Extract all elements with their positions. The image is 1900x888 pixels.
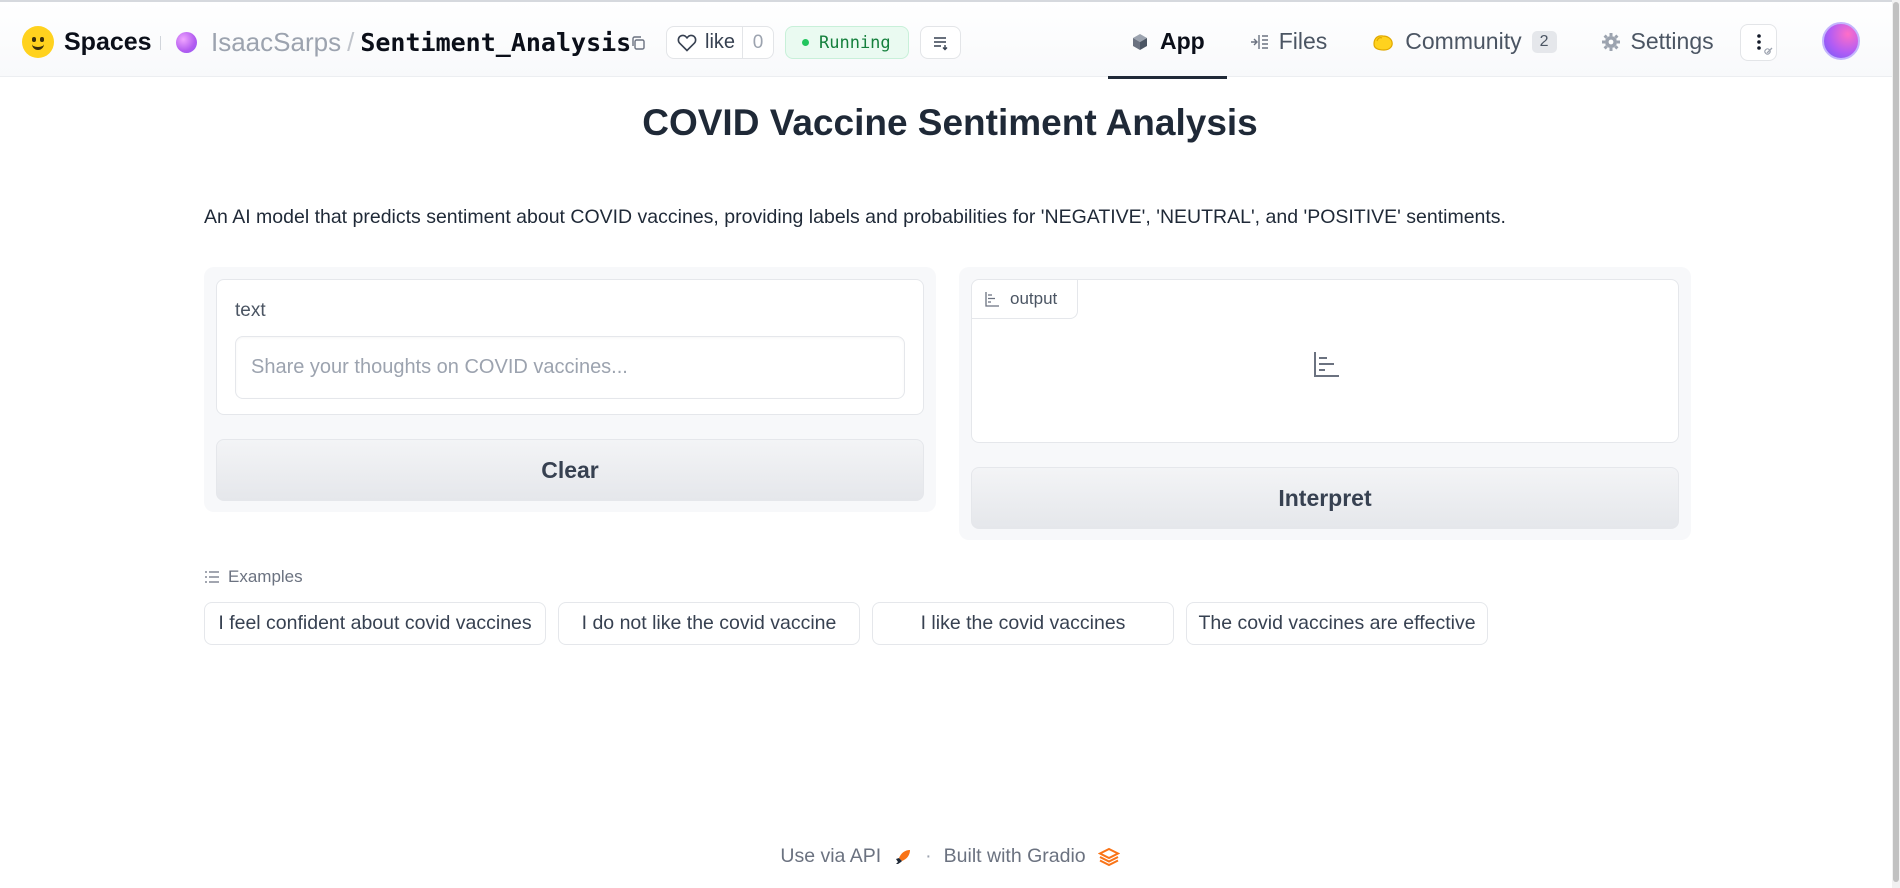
footer-separator: · (925, 845, 932, 867)
hugging-face-emoji-icon (22, 26, 54, 58)
owner-link[interactable]: IsaacSarps (211, 27, 341, 58)
status-badge[interactable]: Running (785, 26, 909, 59)
output-tag: output (972, 280, 1078, 319)
examples-label: Examples (228, 567, 303, 586)
cube-icon (1133, 33, 1147, 50)
tab-community-label: Community (1405, 28, 1522, 54)
empty-output-chart-icon (1314, 352, 1339, 377)
page-description: An AI model that predicts sentiment abou… (204, 206, 1506, 228)
spaces-logo-link[interactable]: Spaces (22, 26, 152, 58)
gear-icon (1601, 32, 1620, 51)
repo-name-link[interactable]: Sentiment_Analysis (360, 28, 631, 57)
clear-button[interactable]: Clear (216, 439, 924, 501)
status-dot-icon (802, 39, 809, 46)
tab-app[interactable]: App (1108, 4, 1227, 79)
text-input-label: text (235, 300, 266, 321)
input-panel: text Clear (204, 267, 936, 512)
logs-icon (933, 36, 947, 50)
copy-icon[interactable] (630, 35, 646, 51)
brand-label: Spaces (64, 27, 152, 56)
community-icon (1373, 34, 1394, 51)
output-block: output (971, 279, 1679, 443)
tab-settings[interactable]: Settings (1579, 4, 1736, 79)
owner-avatar-icon (176, 31, 197, 53)
header-divider (160, 36, 161, 50)
page-scrollbar-thumb[interactable] (1893, 2, 1899, 882)
output-label: output (1010, 289, 1058, 308)
heart-icon (677, 34, 697, 52)
example-item[interactable]: I feel confident about covid vaccines (204, 602, 546, 645)
status-label: Running (819, 32, 891, 53)
built-with-gradio-link[interactable]: Built with Gradio (944, 845, 1086, 868)
use-via-api-link[interactable]: Use via API (780, 845, 881, 868)
example-item[interactable]: The covid vaccines are effective (1186, 602, 1488, 645)
like-count: 0 (752, 31, 764, 53)
text-input[interactable] (235, 336, 905, 399)
like-button[interactable]: like 0 (666, 26, 774, 59)
footer: Use via API · Built with Gradio (0, 845, 1900, 868)
interpret-button[interactable]: Interpret (971, 467, 1679, 529)
community-count-badge: 2 (1531, 30, 1557, 53)
example-item[interactable]: I like the covid vaccines (872, 602, 1174, 645)
more-options-button[interactable] (1740, 24, 1777, 61)
gradio-logo-icon (1097, 847, 1120, 866)
tab-files[interactable]: Files (1227, 4, 1350, 79)
tab-settings-label: Settings (1630, 28, 1714, 54)
rocket-icon (896, 849, 911, 864)
more-vertical-icon (1756, 33, 1772, 55)
logs-button[interactable] (920, 26, 961, 59)
breadcrumb-separator: / (347, 26, 355, 57)
tab-files-label: Files (1278, 28, 1328, 54)
tab-community[interactable]: Community 2 (1349, 4, 1578, 79)
repo-breadcrumb: IsaacSarps / Sentiment_Analysis (176, 26, 631, 58)
page-title: COVID Vaccine Sentiment Analysis (642, 102, 1258, 143)
list-icon (205, 571, 219, 583)
example-item[interactable]: I do not like the covid vaccine (558, 602, 860, 645)
bar-chart-icon (985, 292, 999, 307)
like-label: like (705, 31, 736, 53)
files-icon (1250, 34, 1268, 49)
text-input-block: text (216, 279, 924, 415)
space-tabs: App Files Community 2 Settings (1108, 4, 1736, 79)
examples-header: Examples (204, 567, 303, 587)
tab-app-label: App (1160, 28, 1205, 54)
top-header: Spaces IsaacSarps / Sentiment_Analysis l… (0, 2, 1900, 79)
user-avatar[interactable] (1822, 22, 1860, 60)
output-panel: output Interpret (959, 267, 1691, 540)
